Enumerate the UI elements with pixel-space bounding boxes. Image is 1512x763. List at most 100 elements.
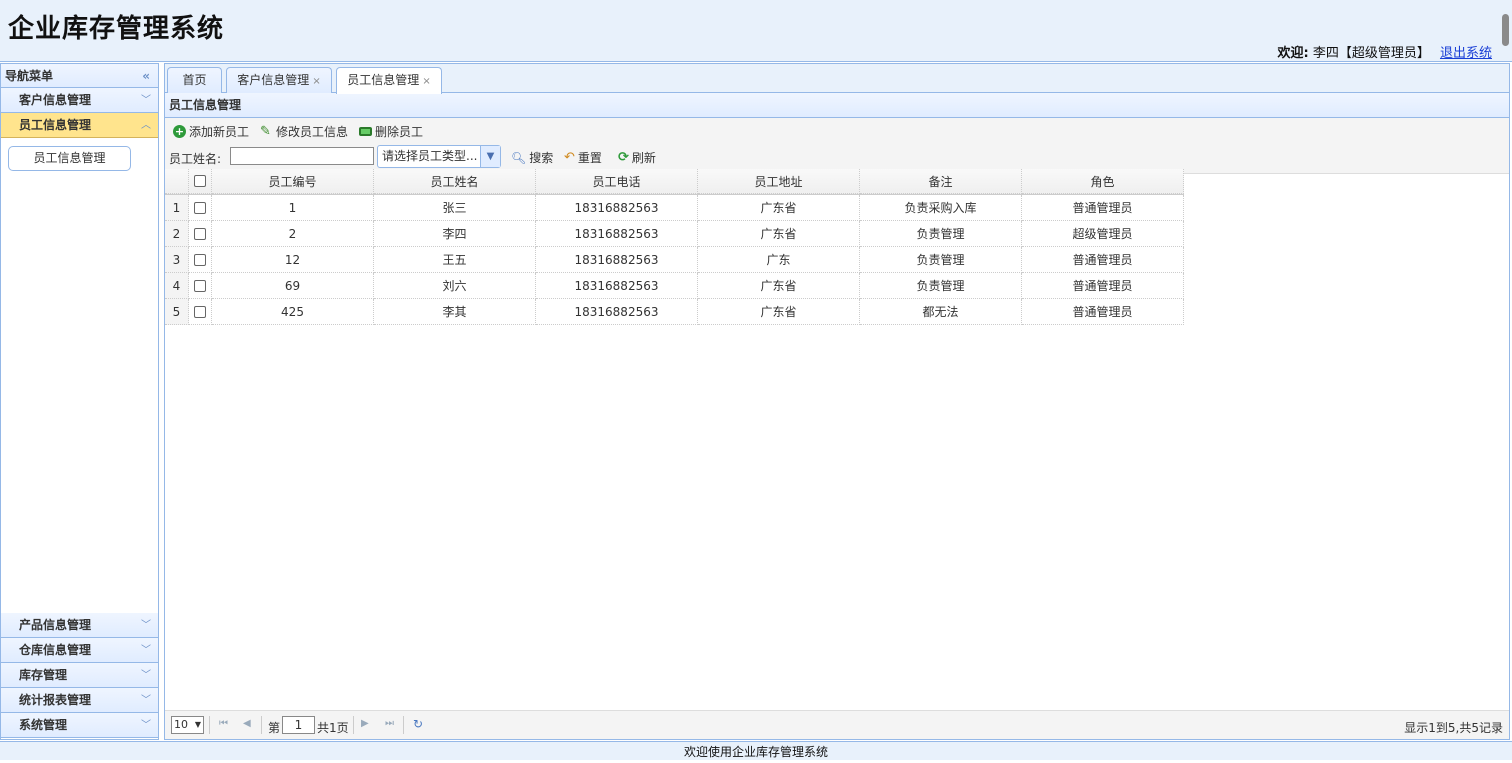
sidebar-section-warehouse[interactable]: 仓库信息管理 ﹀: [1, 638, 158, 663]
scrollbar-thumb[interactable]: [1502, 14, 1509, 46]
welcome-label: 欢迎:: [1277, 46, 1309, 61]
tab-employee[interactable]: 员工信息管理 ×: [336, 67, 442, 94]
table-cell: 负责管理: [860, 247, 1022, 273]
table-cell: 普通管理员: [1022, 299, 1184, 325]
pager-separator: [353, 716, 354, 734]
employee-type-select[interactable]: 请选择员工类型... ▼: [377, 145, 501, 168]
refresh-button[interactable]: ⟳ 刷新: [618, 149, 656, 166]
table-row[interactable]: 3 12 王五 18316882563 广东 负责管理 普通管理员: [165, 247, 1184, 273]
sidebar-section-label: 产品信息管理: [19, 618, 92, 632]
table-cell: 负责管理: [860, 221, 1022, 247]
delete-employee-button[interactable]: 删除员工: [359, 123, 423, 140]
app-title: 企业库存管理系统: [8, 14, 225, 44]
column-header[interactable]: 员工电话: [536, 169, 698, 194]
row-checkbox[interactable]: [194, 253, 206, 266]
table-cell: 1: [212, 195, 374, 221]
chevron-down-icon: ﹀: [141, 720, 151, 731]
first-page-icon[interactable]: ⏮: [219, 718, 228, 729]
tab-home[interactable]: 首页: [167, 67, 222, 93]
prev-page-icon[interactable]: ◀: [243, 718, 251, 729]
chevron-down-icon: ﹀: [141, 645, 151, 656]
chevron-up-icon: ︿: [141, 120, 151, 131]
remove-icon: [359, 127, 372, 136]
page-number-input[interactable]: 1: [282, 716, 315, 734]
column-header[interactable]: 备注: [860, 169, 1022, 194]
table-cell: 18316882563: [536, 195, 698, 221]
table-row[interactable]: 4 69 刘六 18316882563 广东省 负责管理 普通管理员: [165, 273, 1184, 299]
tab-label: 首页: [182, 73, 207, 87]
sidebar-section-employee[interactable]: 员工信息管理 ︿: [1, 113, 158, 138]
sidebar-section-body: 员工信息管理: [1, 138, 158, 613]
table-cell: 广东省: [698, 273, 860, 299]
sidebar-link-employee[interactable]: 员工信息管理: [8, 146, 131, 171]
row-checkbox[interactable]: [194, 279, 206, 292]
double-chevron-left-icon[interactable]: «: [142, 64, 150, 88]
sidebar-section-product[interactable]: 产品信息管理 ﹀: [1, 613, 158, 638]
add-employee-label: 添加新员工: [189, 125, 250, 139]
row-select-cell: [189, 221, 212, 247]
table-cell: 18316882563: [536, 273, 698, 299]
next-page-icon[interactable]: ▶: [361, 718, 369, 729]
search-button[interactable]: 🔍︎ 搜索: [511, 149, 553, 166]
row-select-cell: [189, 195, 212, 221]
table-row[interactable]: 5 425 李其 18316882563 广东省 都无法 普通管理员: [165, 299, 1184, 325]
refresh-icon[interactable]: ↻: [413, 717, 423, 731]
logout-link[interactable]: 退出系统: [1440, 46, 1492, 61]
last-page-icon[interactable]: ⏭: [385, 718, 394, 729]
employee-type-value: 请选择员工类型...: [382, 149, 478, 163]
edit-employee-button[interactable]: ✎ 修改员工信息: [260, 123, 348, 140]
tab-customer[interactable]: 客户信息管理 ×: [226, 67, 332, 93]
select-all-cell: [189, 169, 212, 194]
page-total: 共1页: [317, 721, 349, 735]
pager-info: 显示1到5,共5记录: [1404, 721, 1503, 735]
page-prefix: 第: [268, 721, 281, 735]
table-cell: 广东: [698, 247, 860, 273]
table-row[interactable]: 1 1 张三 18316882563 广东省 负责采购入库 普通管理员: [165, 195, 1184, 221]
row-checkbox[interactable]: [194, 305, 206, 318]
sidebar-section-label: 员工信息管理: [19, 118, 92, 132]
sidebar-section-label: 库存管理: [19, 668, 68, 682]
table-cell: 刘六: [374, 273, 536, 299]
sidebar-section-customer[interactable]: 客户信息管理 ﹀: [1, 88, 158, 113]
table-cell: 张三: [374, 195, 536, 221]
sidebar-section-inventory[interactable]: 库存管理 ﹀: [1, 663, 158, 688]
row-checkbox[interactable]: [194, 227, 206, 240]
undo-icon: ↶: [564, 150, 575, 165]
table-cell: 广东省: [698, 221, 860, 247]
table-cell: 负责管理: [860, 273, 1022, 299]
name-search-input[interactable]: [230, 147, 374, 165]
column-header[interactable]: 员工地址: [698, 169, 860, 194]
chevron-down-icon: ﹀: [141, 695, 151, 706]
pager-separator: [209, 716, 210, 734]
reset-button[interactable]: ↶ 重置: [564, 149, 602, 166]
table-cell: 普通管理员: [1022, 247, 1184, 273]
sidebar-section-system[interactable]: 系统管理 ﹀: [1, 713, 158, 738]
table-cell: 12: [212, 247, 374, 273]
pager-separator: [403, 716, 404, 734]
table-cell: 广东省: [698, 299, 860, 325]
row-checkbox[interactable]: [194, 201, 206, 214]
page-size-select[interactable]: 10 ▼: [171, 716, 204, 734]
sidebar-section-label: 仓库信息管理: [19, 643, 92, 657]
panel-title: 员工信息管理: [165, 93, 1509, 118]
column-header[interactable]: 员工姓名: [374, 169, 536, 194]
close-icon[interactable]: ×: [422, 76, 430, 87]
row-number: 2: [165, 221, 189, 247]
sidebar-section-label: 客户信息管理: [19, 93, 92, 107]
chevron-down-icon[interactable]: ▼: [480, 146, 500, 167]
close-icon[interactable]: ×: [312, 76, 320, 87]
employee-grid: 员工编号 员工姓名 员工电话 员工地址 备注 角色 1 1 张三 1831688…: [165, 169, 1184, 325]
table-row[interactable]: 2 2 李四 18316882563 广东省 负责管理 超级管理员: [165, 221, 1184, 247]
column-header[interactable]: 角色: [1022, 169, 1184, 194]
select-all-checkbox[interactable]: [194, 175, 206, 187]
row-number: 3: [165, 247, 189, 273]
refresh-icon: ⟳: [618, 150, 629, 165]
add-employee-button[interactable]: + 添加新员工: [173, 123, 249, 140]
sidebar-section-reports[interactable]: 统计报表管理 ﹀: [1, 688, 158, 713]
row-number: 5: [165, 299, 189, 325]
table-cell: 18316882563: [536, 299, 698, 325]
table-cell: 负责采购入库: [860, 195, 1022, 221]
row-number: 4: [165, 273, 189, 299]
column-header[interactable]: 员工编号: [212, 169, 374, 194]
app-header: 企业库存管理系统 欢迎: 李四【超级管理员】 退出系统: [0, 0, 1512, 62]
